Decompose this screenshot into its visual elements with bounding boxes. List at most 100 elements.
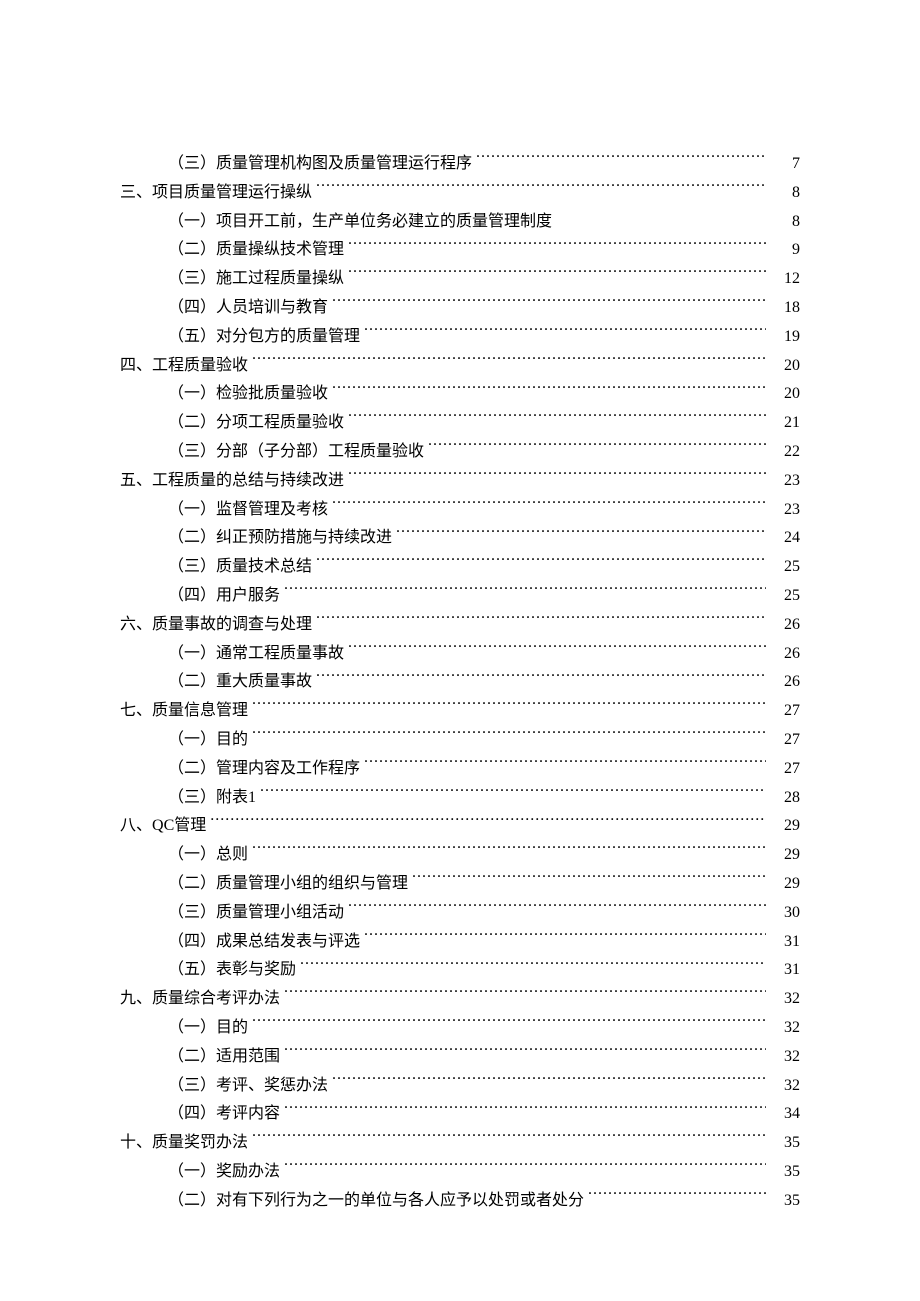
toc-entry-text: 工程质量的总结与持续改进 [152, 472, 344, 489]
toc-leader-dots [348, 901, 766, 917]
toc-entry: 十、质量奖罚办法35 [120, 1129, 800, 1158]
toc-entry-text: 附表1 [216, 789, 256, 806]
toc-entry-page: 22 [770, 438, 800, 467]
toc-entry-text: 总则 [216, 846, 248, 863]
toc-leader-dots [348, 267, 766, 283]
toc-entry-text: 质量技术总结 [216, 558, 312, 575]
toc-entry-page: 29 [770, 812, 800, 841]
toc-leader-dots [364, 930, 766, 946]
toc-entry-page: 9 [770, 236, 800, 265]
toc-entry-title: 七、质量信息管理 [120, 697, 248, 726]
toc-entry-page: 31 [770, 928, 800, 957]
toc-leader-dots [588, 1189, 766, 1205]
toc-entry: （五）表彰与奖励 31 [168, 956, 800, 985]
toc-entry-prefix: （一） [168, 496, 216, 525]
toc-leader-dots [348, 238, 766, 254]
toc-entry-text: 目的 [216, 1019, 248, 1036]
toc-entry-title: （三）分部（子分部）工程质量验收 [168, 438, 424, 467]
toc-entry-prefix: （二） [168, 668, 216, 697]
toc-leader-dots [332, 498, 766, 514]
toc-entry-title: （一）奖励办法 [168, 1158, 280, 1187]
toc-entry-page: 29 [770, 841, 800, 870]
toc-entry-prefix: （二） [168, 870, 216, 899]
toc-leader-dots [260, 786, 766, 802]
toc-entry-prefix: （一） [168, 841, 216, 870]
toc-entry-title: 十、质量奖罚办法 [120, 1129, 248, 1158]
toc-entry-text: 对有下列行为之一的单位与各人应予以处罚或者处分 [216, 1192, 584, 1209]
toc-entry-text: 成果总结发表与评选 [216, 933, 360, 950]
toc-entry-page: 28 [770, 784, 800, 813]
toc-entry-title: （五）表彰与奖励 [168, 956, 296, 985]
toc-entry-title: 五、工程质量的总结与持续改进 [120, 467, 344, 496]
toc-leader-dots [284, 1045, 766, 1061]
toc-entry-text: 质量奖罚办法 [152, 1134, 248, 1151]
toc-entry: （三）质量管理机构图及质量管理运行程序7 [168, 150, 800, 179]
toc-leader-dots [252, 1016, 766, 1032]
toc-leader-dots [316, 613, 766, 629]
toc-leader-dots [316, 555, 766, 571]
toc-entry: （一）奖励办法35 [168, 1158, 800, 1187]
toc-entry-page: 8 [770, 179, 800, 208]
toc-entry-title: （二）管理内容及工作程序 [168, 755, 360, 784]
toc-entry-prefix: （二） [168, 236, 216, 265]
toc-leader-dots [348, 469, 766, 485]
toc-leader-dots [316, 670, 766, 686]
toc-entry: （四）人员培训与教育18 [168, 294, 800, 323]
toc-leader-dots [284, 1102, 766, 1118]
toc-entry-text: 分项工程质量验收 [216, 414, 344, 431]
toc-entry-text: 项目质量管理运行操纵 [152, 184, 312, 201]
toc-leader-dots [284, 1160, 766, 1176]
toc-leader-dots [210, 814, 766, 830]
toc-entry-page: 27 [770, 755, 800, 784]
toc-leader-dots [252, 843, 766, 859]
toc-entry-prefix: （三） [168, 265, 216, 294]
toc-entry: （一）目的32 [168, 1014, 800, 1043]
toc-entry-title: （一）项目开工前，生产单位务必建立的质量管理制度 [168, 208, 552, 237]
toc-entry-page: 31 [770, 956, 800, 985]
toc-entry-title: （二）重大质量事故 [168, 668, 312, 697]
toc-entry-prefix: （四） [168, 928, 216, 957]
toc-entry-text: 施工过程质量操纵 [216, 270, 344, 287]
toc-entry-prefix: （三） [168, 150, 216, 179]
toc-entry-prefix: （三） [168, 438, 216, 467]
toc-entry-text: 监督管理及考核 [216, 501, 328, 518]
toc-entry-page: 25 [770, 553, 800, 582]
toc-entry-prefix: （一） [168, 1014, 216, 1043]
toc-entry-prefix: 三、 [120, 179, 152, 208]
toc-entry-prefix: （四） [168, 582, 216, 611]
toc-entry-title: （一）检验批质量验收 [168, 380, 328, 409]
toc-entry-title: （二）对有下列行为之一的单位与各人应予以处罚或者处分 [168, 1187, 584, 1216]
toc-entry-prefix: （一） [168, 726, 216, 755]
toc-entry: （四）考评内容34 [168, 1100, 800, 1129]
toc-entry-title: （二）质量操纵技术管理 [168, 236, 344, 265]
toc-entry-page: 19 [770, 323, 800, 352]
toc-entry-title: （三）质量管理小组活动 [168, 899, 344, 928]
toc-entry-prefix: （一） [168, 380, 216, 409]
toc-entry-title: （二）适用范围 [168, 1043, 280, 1072]
toc-entry: （二）质量操纵技术管理 9 [168, 236, 800, 265]
toc-entry-page: 34 [770, 1100, 800, 1129]
toc-entry-page: 21 [770, 409, 800, 438]
toc-entry-text: 目的 [216, 731, 248, 748]
toc-entry: （五）对分包方的质量管理19 [168, 323, 800, 352]
toc-leader-dots [396, 526, 766, 542]
toc-entry-page: 30 [770, 899, 800, 928]
toc-entry-title: 九、质量综合考评办法 [120, 985, 280, 1014]
toc-entry-prefix: （四） [168, 1100, 216, 1129]
toc-entry-text: 考评、奖惩办法 [216, 1077, 328, 1094]
toc-entry-page: 27 [770, 726, 800, 755]
toc-leader-dots [476, 152, 766, 168]
toc-entry-prefix: （三） [168, 784, 216, 813]
toc-entry-page: 25 [770, 582, 800, 611]
toc-leader-dots [252, 728, 766, 744]
toc-entry-text: 分部（子分部）工程质量验收 [216, 443, 424, 460]
toc-entry-text: 质量事故的调查与处理 [152, 616, 312, 633]
toc-entry-text: 项目开工前，生产单位务必建立的质量管理制度 [216, 213, 552, 230]
toc-entry-title: （一）目的 [168, 1014, 248, 1043]
toc-entry-prefix: 四、 [120, 352, 152, 381]
toc-entry-title: （三）质量管理机构图及质量管理运行程序 [168, 150, 472, 179]
toc-entry-prefix: （四） [168, 294, 216, 323]
toc-entry: （一）项目开工前，生产单位务必建立的质量管理制度8 [168, 208, 800, 237]
toc-entry: 九、质量综合考评办法32 [120, 985, 800, 1014]
toc-leader-dots [412, 872, 766, 888]
